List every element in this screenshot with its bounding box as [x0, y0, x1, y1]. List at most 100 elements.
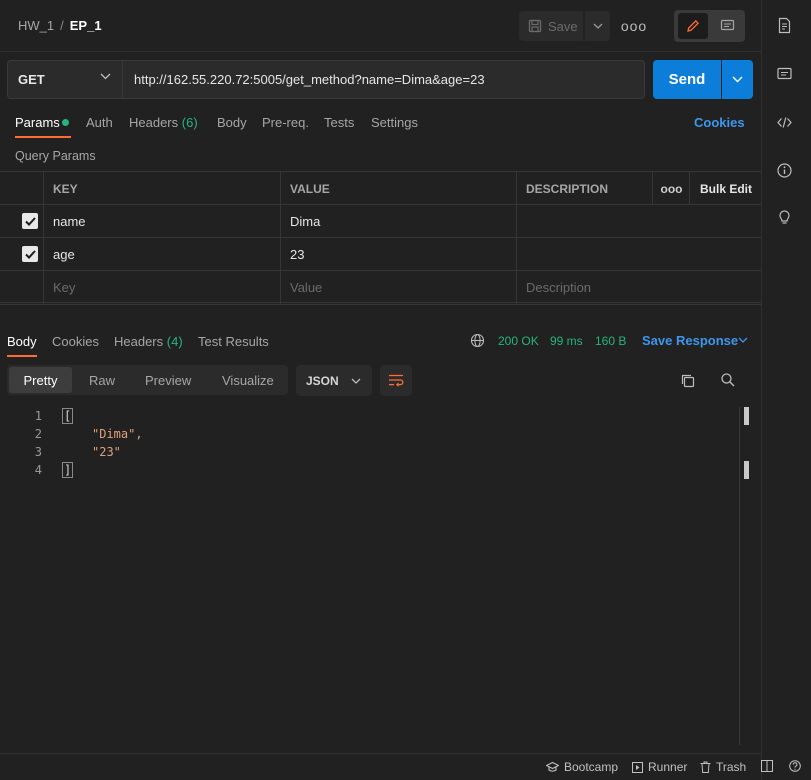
response-status[interactable]: 200 OK [498, 334, 539, 348]
chevron-down-icon [351, 378, 361, 384]
view-preview-button[interactable]: Preview [145, 365, 191, 395]
response-time[interactable]: 99 ms [550, 334, 583, 348]
checkmark-icon [24, 249, 36, 259]
editor-scrollbar[interactable] [739, 407, 740, 745]
save-options-button[interactable] [585, 11, 610, 41]
url-input[interactable]: http://162.55.220.72:5005/get_method?nam… [123, 60, 645, 99]
param-value[interactable]: Dima [280, 205, 517, 238]
param-description[interactable] [516, 238, 761, 271]
column-header-key: KEY [43, 172, 281, 205]
scrollbar-marker [744, 461, 749, 479]
comment-mode-button[interactable] [712, 13, 742, 39]
tab-prereq[interactable]: Pre-req. [262, 115, 309, 130]
response-tab-body[interactable]: Body [7, 334, 37, 349]
code-line: "23" [92, 445, 121, 459]
tab-headers[interactable]: Headers (6) [129, 115, 198, 130]
more-actions-button[interactable]: ooo [620, 11, 648, 41]
params-header-row: KEY VALUE DESCRIPTION ooo Bulk Edit [0, 171, 761, 205]
response-tab-test-results[interactable]: Test Results [198, 334, 269, 349]
bootcamp-button[interactable]: Bootcamp [546, 760, 618, 774]
new-key-input[interactable]: Key [43, 271, 281, 304]
graduation-cap-icon [546, 761, 559, 772]
lightbulb-icon[interactable] [776, 209, 793, 226]
wrap-lines-button[interactable] [380, 365, 412, 396]
format-select[interactable]: JSON [296, 365, 372, 396]
response-tab-headers-label: Headers [114, 334, 164, 349]
method-value: GET [18, 72, 45, 87]
response-size[interactable]: 160 B [595, 334, 626, 348]
line-number: 3 [34, 445, 42, 459]
response-tab-cookies[interactable]: Cookies [52, 334, 99, 349]
send-button[interactable]: Send [653, 60, 721, 99]
wrap-lines-icon [389, 374, 404, 387]
comment-icon [720, 19, 734, 31]
chevron-down-icon [100, 73, 111, 80]
breadcrumb: HW_1 / EP_1 [18, 18, 102, 33]
param-checkbox[interactable] [22, 246, 38, 262]
copy-icon[interactable] [680, 373, 696, 389]
line-number: 1 [34, 409, 42, 423]
breadcrumb-request[interactable]: EP_1 [70, 18, 102, 33]
tab-headers-count: (6) [181, 115, 198, 130]
view-raw-button[interactable]: Raw [89, 365, 115, 395]
send-options-button[interactable] [722, 60, 753, 99]
bootcamp-label: Bootcamp [564, 760, 619, 774]
param-key[interactable]: age [43, 238, 281, 271]
url-value: http://162.55.220.72:5005/get_method?nam… [134, 72, 485, 87]
documentation-icon[interactable] [776, 17, 793, 34]
layout-toggle-button[interactable] [761, 760, 773, 772]
runner-label: Runner [648, 760, 688, 774]
runner-icon [632, 761, 643, 773]
info-icon[interactable] [776, 162, 793, 179]
tab-tests[interactable]: Tests [324, 115, 354, 130]
param-description[interactable] [516, 205, 761, 238]
save-icon [528, 19, 542, 33]
save-response-button[interactable]: Save Response [642, 333, 738, 348]
tab-underline [7, 355, 37, 357]
save-button[interactable]: Save [519, 11, 583, 41]
trash-button[interactable]: Trash [700, 760, 746, 774]
line-number: 4 [34, 463, 42, 477]
params-table: KEY VALUE DESCRIPTION ooo Bulk Edit name… [0, 171, 761, 304]
params-active-indicator [62, 119, 69, 126]
table-row: age 23 [0, 237, 761, 271]
bulk-edit-button[interactable]: Bulk Edit [689, 172, 761, 205]
globe-icon[interactable] [470, 333, 485, 348]
column-header-value: VALUE [280, 172, 517, 205]
tab-params[interactable]: Params [15, 115, 60, 130]
chevron-down-icon[interactable] [738, 337, 748, 343]
two-pane-icon [761, 760, 773, 772]
breadcrumb-collection[interactable]: HW_1 [18, 18, 54, 33]
view-pretty-button[interactable]: Pretty [9, 367, 72, 393]
param-checkbox[interactable] [22, 213, 38, 229]
code-icon[interactable] [776, 114, 793, 131]
query-params-label: Query Params [15, 149, 96, 163]
param-value[interactable]: 23 [280, 238, 517, 271]
response-tab-headers-count: (4) [166, 334, 183, 349]
param-key[interactable]: name [43, 205, 281, 238]
new-description-input[interactable]: Description [516, 271, 761, 304]
checkmark-icon [24, 216, 36, 226]
tab-headers-label: Headers [129, 115, 179, 130]
save-label: Save [548, 18, 578, 34]
tab-body[interactable]: Body [217, 115, 247, 130]
pane-splitter[interactable] [0, 304, 761, 324]
code-line: [ [61, 408, 74, 424]
new-value-input[interactable]: Value [280, 271, 517, 304]
response-tab-headers[interactable]: Headers (4) [114, 334, 183, 349]
runner-button[interactable]: Runner [632, 760, 687, 774]
view-visualize-button[interactable]: Visualize [222, 365, 274, 395]
help-button[interactable] [789, 760, 801, 772]
column-options-button[interactable]: ooo [652, 172, 690, 205]
chevron-down-icon [593, 23, 602, 29]
comments-icon[interactable] [776, 66, 793, 83]
cookies-link[interactable]: Cookies [694, 115, 745, 130]
code-line: ] [61, 462, 74, 478]
scrollbar-marker [744, 407, 749, 425]
tab-settings[interactable]: Settings [371, 115, 418, 130]
help-icon [789, 760, 801, 772]
search-icon[interactable] [720, 372, 736, 388]
table-row-new: Key Value Description [0, 270, 761, 304]
edit-mode-button[interactable] [678, 13, 708, 39]
tab-auth[interactable]: Auth [86, 115, 113, 130]
